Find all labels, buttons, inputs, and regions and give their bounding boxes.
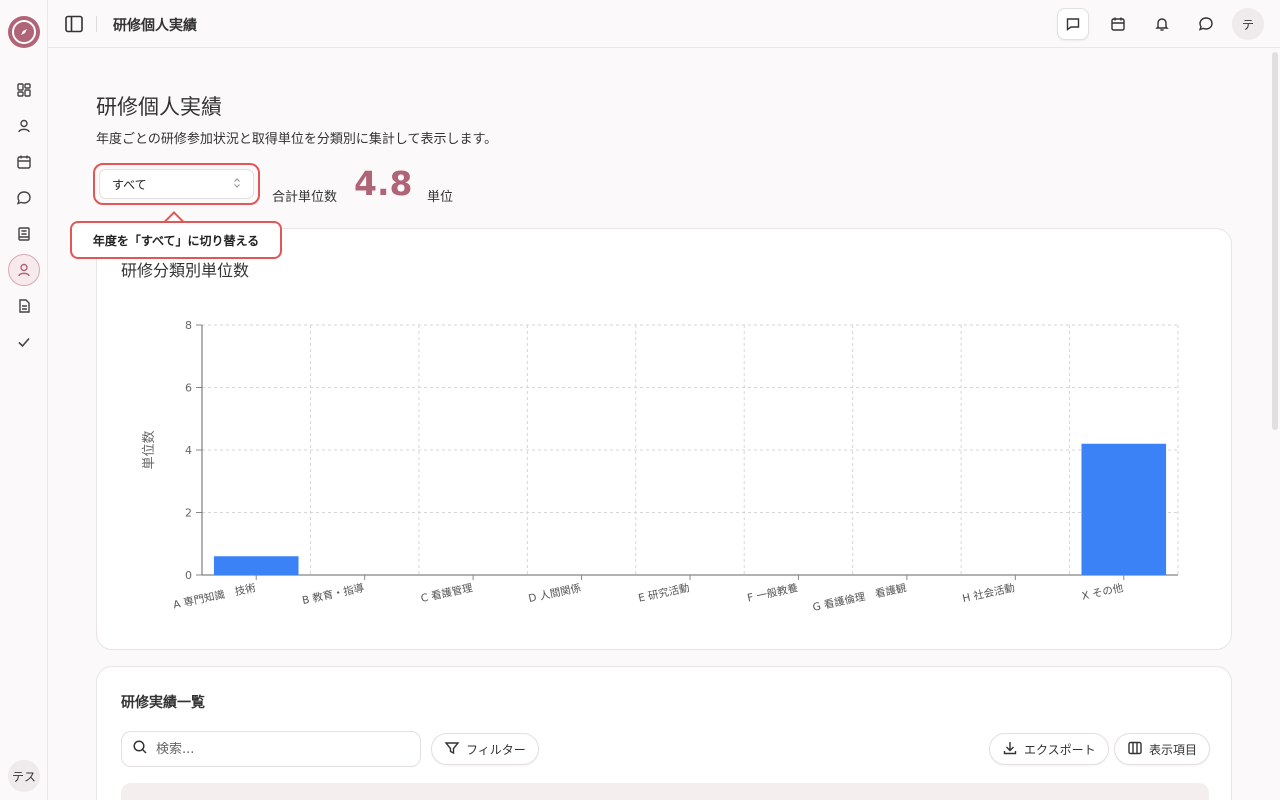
check-icon[interactable]: [12, 330, 36, 354]
x-tick-label: E 研究活動: [637, 581, 691, 605]
user-icon[interactable]: [12, 114, 36, 138]
book-icon[interactable]: [12, 222, 36, 246]
page-title: 研修個人実績: [96, 95, 222, 119]
page-scrollbar[interactable]: [1272, 52, 1278, 430]
bar: [213, 556, 299, 575]
x-tick-label: D 人間関係: [527, 582, 582, 605]
chat-icon[interactable]: [12, 186, 36, 210]
personal-record-icon[interactable]: [8, 254, 40, 286]
year-select[interactable]: すべて: [99, 169, 254, 199]
table-header: [121, 783, 1209, 800]
bar-chart: 0 2 4 6 8 A 専門知識 技術 B 教育・指導 C 看護管理 D 人間関係 E 研究活動 F…: [141, 319, 1179, 614]
filter-button[interactable]: フィルター: [431, 733, 539, 765]
document-icon[interactable]: [12, 294, 36, 318]
columns-button[interactable]: 表示項目: [1114, 733, 1211, 765]
year-select-highlight: すべて: [93, 163, 260, 205]
total-units-label: 合計単位数: [272, 190, 338, 205]
guide-tooltip: 年度を「すべて」に切り替える: [70, 221, 282, 259]
records-list-card: 研修実績一覧 フィルター エクスポート 表示項目: [96, 666, 1232, 800]
y-tick-label: 8: [185, 319, 192, 332]
chevron-up-down-icon: [233, 177, 241, 192]
x-tick-label: H 社会活動: [961, 581, 1016, 605]
total-units-unit: 単位: [427, 190, 454, 205]
columns-label: 表示項目: [1149, 742, 1198, 757]
y-axis-label: 単位数: [141, 430, 157, 469]
app-logo[interactable]: [8, 16, 40, 48]
dashboard-icon[interactable]: [12, 78, 36, 102]
x-tick-label: B 教育・指導: [301, 581, 366, 607]
search-input[interactable]: [156, 741, 396, 757]
bar: [1081, 443, 1167, 575]
year-select-value: すべて: [112, 177, 147, 192]
chat-button[interactable]: [1190, 8, 1222, 40]
x-tick-label: G 看護倫理 看護観: [811, 581, 908, 614]
header-avatar[interactable]: テ: [1232, 8, 1264, 40]
filter-icon: [444, 740, 460, 759]
list-title: 研修実績一覧: [121, 695, 205, 711]
search-box[interactable]: [121, 731, 421, 767]
message-square-icon: [1066, 18, 1080, 31]
page-description: 年度ごとの研修参加状況と取得単位を分類別に集計して表示します。: [96, 132, 498, 147]
search-icon: [132, 739, 148, 759]
header-title: 研修個人実績: [113, 18, 197, 34]
y-tick-label: 4: [185, 444, 192, 457]
bell-icon: [1155, 18, 1169, 31]
notification-button[interactable]: [1146, 8, 1178, 40]
calendar-icon: [1111, 17, 1125, 31]
calendar-button[interactable]: [1102, 8, 1134, 40]
export-button[interactable]: エクスポート: [989, 733, 1109, 765]
y-tick-label: 2: [185, 507, 192, 520]
x-tick-label: F 一般教養: [746, 581, 799, 605]
x-tick-label: A 専門知識 技術: [172, 581, 257, 611]
compass-icon: [12, 20, 36, 44]
y-tick-label: 0: [185, 569, 192, 582]
columns-icon: [1127, 740, 1143, 759]
chat-icon: [1198, 17, 1213, 31]
total-units-value: 4.8: [354, 164, 413, 203]
header-divider: [96, 16, 97, 32]
export-label: エクスポート: [1024, 742, 1096, 757]
y-tick-label: 6: [185, 382, 192, 395]
user-avatar[interactable]: テス: [8, 760, 40, 792]
x-tick-label: X その他: [1081, 581, 1125, 603]
sidebar: テス: [0, 0, 48, 800]
message-button[interactable]: [1057, 8, 1089, 40]
download-icon: [1002, 740, 1018, 759]
calendar-icon[interactable]: [12, 150, 36, 174]
x-tick-label: C 看護管理: [420, 581, 475, 605]
filter-label: フィルター: [466, 742, 526, 757]
sidebar-toggle-icon[interactable]: [62, 12, 86, 36]
chart-card: 研修分類別単位数 02468A 専門知識 技術 B 教育・指導 C 看護管理 D 人間…: [96, 228, 1232, 650]
top-header: 研修個人実績 テ: [48, 0, 1280, 48]
